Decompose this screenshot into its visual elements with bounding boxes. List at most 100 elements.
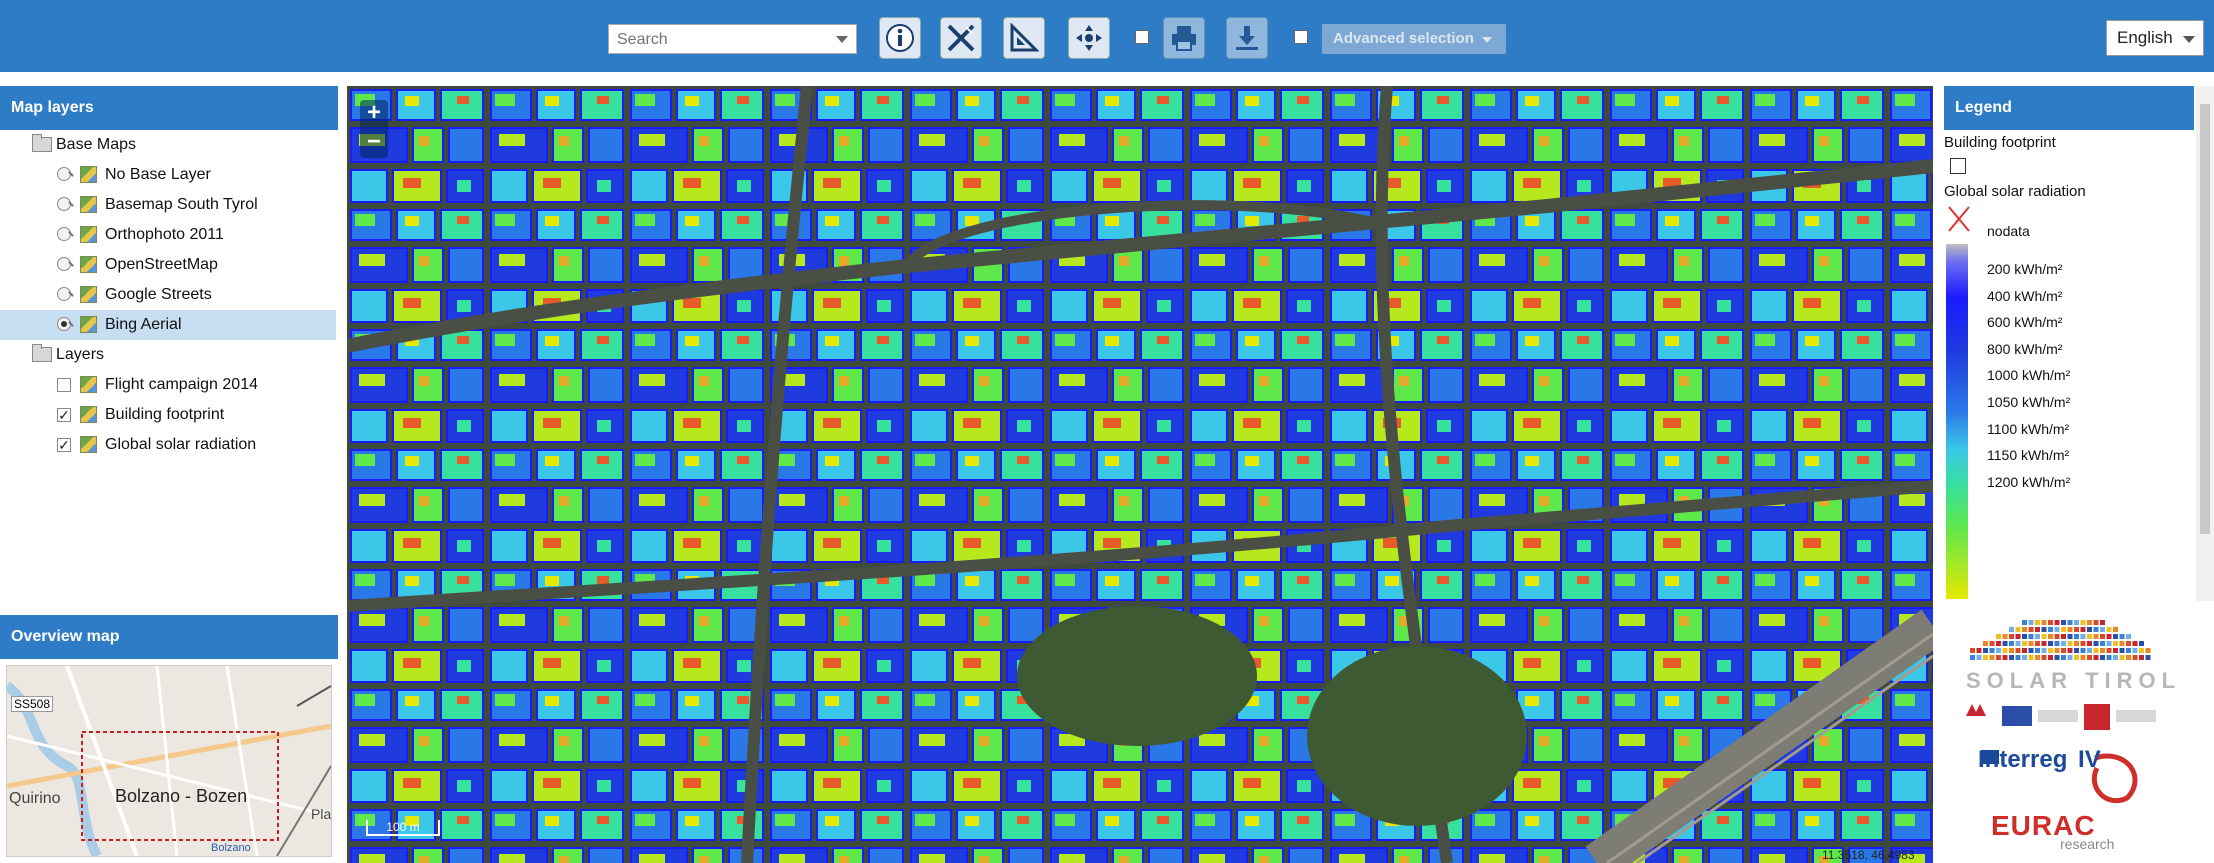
layer-label: OpenStreetMap [105, 256, 218, 273]
base-layer-item[interactable]: Google Streets [0, 280, 336, 310]
interreg-numeral: IV [2078, 746, 2101, 773]
ruler-button[interactable] [1003, 17, 1045, 59]
map-layers-panel: Map layers Base Maps No Base Layer Basem… [0, 86, 338, 614]
folder-icon [32, 134, 52, 152]
measure-tools-icon [947, 24, 975, 52]
legend-nodata-label: nodata [1987, 223, 2030, 239]
place-label: Bolzano [211, 842, 251, 854]
legend-footprint-label: Building footprint [1944, 134, 2056, 151]
overview-map-graphic [7, 666, 331, 856]
map-layers-title: Map layers [0, 86, 338, 130]
layer-label: Basemap South Tyrol [105, 196, 258, 213]
layer-checkbox-checked[interactable]: ✓ [57, 438, 71, 452]
layer-label: No Base Layer [105, 166, 211, 183]
overlay-layer-item[interactable]: Flight campaign 2014 [0, 370, 336, 400]
scale-bar: 100 m [366, 820, 440, 836]
overlay-layer-item[interactable]: ✓ Building footprint [0, 400, 336, 430]
base-layer-item[interactable]: Orthophoto 2011 [0, 220, 336, 250]
partner-logos [1966, 704, 2156, 730]
advanced-toggle-checkbox[interactable] [1294, 30, 1308, 44]
base-layer-item-selected[interactable]: Bing Aerial [0, 310, 336, 340]
layer-checkbox-checked[interactable]: ✓ [57, 408, 71, 422]
chevron-down-icon [1482, 37, 1492, 43]
info-button[interactable] [879, 17, 921, 59]
zoom-control: + − [360, 100, 388, 158]
download-button[interactable] [1226, 17, 1268, 59]
layer-label: Flight campaign 2014 [105, 376, 258, 393]
layer-icon [80, 436, 97, 453]
legend-radiation-label: Global solar radiation [1944, 183, 2086, 200]
layer-label: Bing Aerial [105, 316, 182, 333]
zoom-out-button[interactable]: − [360, 129, 388, 157]
ramp-label: 200 kWh/m² [1987, 261, 2063, 277]
layer-icon [80, 406, 97, 423]
download-icon [1236, 26, 1258, 50]
info-icon [886, 24, 914, 52]
tree-group-layers[interactable]: Layers [0, 340, 336, 370]
layer-icon [80, 316, 97, 333]
legend-scrollbar[interactable] [2196, 86, 2214, 601]
nodata-cross-icon [1948, 206, 1970, 232]
layer-icon [80, 226, 97, 243]
search-input[interactable] [615, 26, 834, 54]
ramp-label: 1150 kWh/m² [1987, 447, 2070, 464]
group-label: Layers [56, 346, 105, 363]
place-label: Pla [311, 806, 332, 822]
ruler-icon [1010, 23, 1039, 52]
ramp-label: 1100 kWh/m² [1987, 420, 2070, 437]
layer-label: Building footprint [105, 406, 225, 423]
layer-label: Global solar radiation [105, 436, 257, 453]
measure-tools-button[interactable] [940, 17, 982, 59]
interreg-label: Interreg [1978, 746, 2068, 773]
tree-group-base-maps[interactable]: Base Maps [0, 130, 336, 160]
ramp-label: 1000 kWh/m² [1987, 367, 2071, 384]
search-box[interactable] [608, 24, 857, 54]
zoom-in-button[interactable]: + [360, 100, 388, 128]
layer-icon [80, 196, 97, 213]
solar-radiation-map[interactable] [347, 86, 1933, 863]
overlay-layer-item[interactable]: ✓ Global solar radiation [0, 430, 336, 460]
pan-button[interactable] [1068, 17, 1110, 59]
layer-icon [80, 376, 97, 393]
folder-icon [32, 344, 52, 362]
layer-label: Google Streets [105, 286, 212, 303]
solar-tirol-wordmark: SOLAR TIROL [1966, 668, 2182, 693]
interreg-wordmark: Interreg IV [1978, 746, 2101, 774]
layer-label: Orthophoto 2011 [105, 226, 224, 243]
place-label: Quirino [9, 790, 61, 807]
scrollbar-thumb[interactable] [2200, 104, 2210, 534]
map-viewport[interactable] [347, 86, 1933, 863]
color-ramp [1946, 244, 1968, 599]
ramp-label: 600 kWh/m² [1987, 314, 2063, 331]
road-label: SS508 [11, 696, 54, 712]
search-dropdown-icon[interactable] [836, 36, 848, 43]
ramp-label: 1200 kWh/m² [1987, 473, 2071, 490]
layer-icon [80, 256, 97, 273]
language-select[interactable]: English [2106, 20, 2204, 56]
layer-icon [80, 166, 97, 183]
group-label: Base Maps [56, 136, 137, 153]
print-button[interactable] [1163, 17, 1205, 59]
ramp-label: 400 kWh/m² [1987, 287, 2063, 304]
print-toggle-checkbox[interactable] [1135, 30, 1149, 44]
overview-map-title: Overview map [0, 615, 338, 659]
eurac-research-label: research [2060, 836, 2115, 852]
city-label: Bolzano - Bozen [115, 786, 248, 806]
language-value: English [2117, 28, 2173, 47]
layer-icon [80, 286, 97, 303]
ramp-label: 800 kWh/m² [1987, 340, 2063, 357]
legend-title: Legend [1944, 86, 2194, 130]
mouse-coordinates: 11.3518, 46.4983 [1822, 848, 1915, 862]
chevron-down-icon [2183, 36, 2195, 43]
layer-checkbox[interactable] [57, 378, 71, 392]
pan-icon [1076, 25, 1102, 51]
base-layer-item[interactable]: OpenStreetMap [0, 250, 336, 280]
overview-map[interactable]: SS508 Bolzano - Bozen Quirino Bolzano Pl… [6, 665, 332, 857]
base-layer-item[interactable]: Basemap South Tyrol [0, 190, 336, 220]
ramp-label: 1050 kWh/m² [1987, 394, 2071, 410]
advanced-selection-label: Advanced selection [1333, 30, 1474, 47]
footprint-swatch [1950, 158, 1966, 174]
base-layer-item[interactable]: No Base Layer [0, 160, 336, 190]
advanced-selection-button[interactable]: Advanced selection [1322, 24, 1506, 54]
print-icon [1172, 26, 1196, 51]
